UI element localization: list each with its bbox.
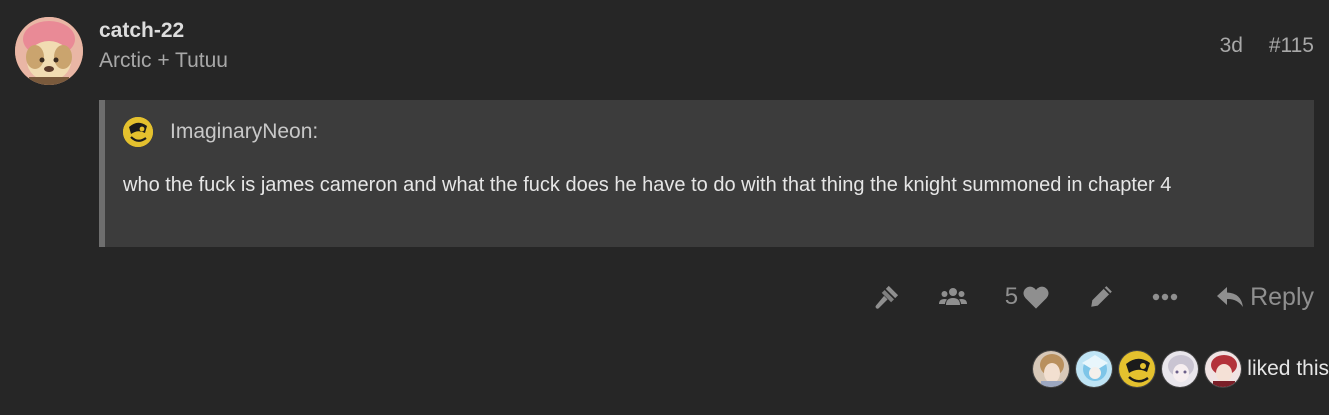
reply-button[interactable]: Reply: [1216, 283, 1314, 312]
gavel-button[interactable]: [873, 283, 901, 311]
quote-header[interactable]: ImaginaryNeon:: [123, 117, 318, 147]
reply-icon: [1217, 287, 1244, 307]
liked-this-text[interactable]: liked this: [1247, 357, 1329, 381]
post: catch-22 Arctic + Tutuu 3d #115 Imaginar…: [0, 0, 1329, 415]
like-count: 5: [1004, 283, 1019, 310]
quote-username: ImaginaryNeon:: [170, 120, 319, 143]
more-button[interactable]: [1152, 293, 1178, 301]
post-number[interactable]: #115: [1269, 34, 1314, 57]
liker-avatar[interactable]: [1161, 350, 1200, 388]
liker-avatar[interactable]: [1118, 350, 1157, 388]
user-title: Arctic + Tutuu: [99, 49, 228, 72]
post-actions: 5 Reply: [873, 280, 1314, 314]
quote-avatar: [123, 117, 153, 147]
quote-block: ImaginaryNeon: who the fuck is james cam…: [99, 100, 1314, 247]
gavel-icon: [875, 285, 898, 309]
post-age[interactable]: 3d: [1220, 34, 1243, 57]
users-button[interactable]: [938, 286, 967, 308]
reply-label: Reply: [1250, 282, 1314, 311]
post-username[interactable]: catch-22: [99, 19, 184, 43]
post-meta: 3d #115: [1220, 34, 1314, 58]
liker-avatar[interactable]: [1032, 350, 1071, 388]
edit-button[interactable]: [1088, 284, 1114, 310]
likers-row: liked this: [1032, 350, 1329, 388]
liker-avatar[interactable]: [1075, 350, 1114, 388]
users-icon: [938, 288, 967, 305]
user-avatar[interactable]: [15, 17, 83, 85]
ellipsis-icon: [1152, 293, 1178, 301]
like-button[interactable]: 5: [1005, 283, 1050, 311]
pencil-icon: [1091, 286, 1112, 307]
liker-avatar[interactable]: [1204, 350, 1243, 388]
quote-text: who the fuck is james cameron and what t…: [123, 174, 1172, 196]
heart-icon: [1023, 286, 1049, 309]
